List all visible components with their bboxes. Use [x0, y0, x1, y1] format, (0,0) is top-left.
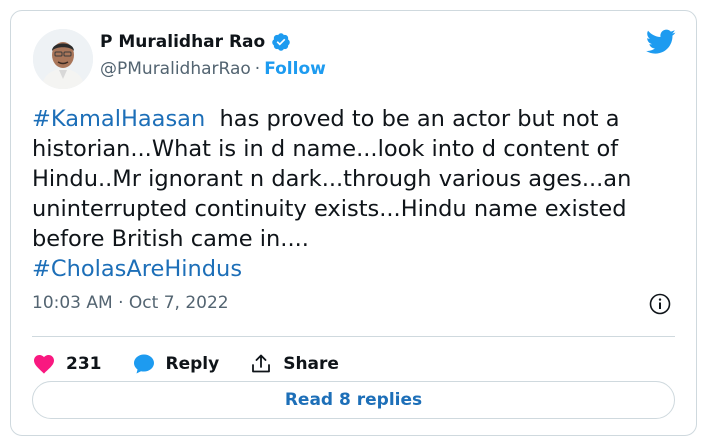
reply-bubble-icon [133, 354, 154, 374]
hashtag-link[interactable]: #KamalHaasan [32, 106, 205, 132]
heart-icon [34, 355, 54, 374]
tweet-line: historian...What is in d name...look int… [32, 136, 619, 162]
separator-dot: · [254, 59, 261, 79]
reply-label: Reply [165, 354, 220, 374]
follow-button[interactable]: Follow [264, 59, 326, 79]
like-count: 231 [66, 354, 102, 374]
tweet-line: #KamalHaasan has proved to be an actor b… [32, 104, 682, 134]
avatar[interactable] [33, 29, 93, 89]
tweet-text: #KamalHaasan has proved to be an actor b… [32, 104, 682, 284]
tweet-timestamp[interactable]: 10:03 AM · Oct 7, 2022 [32, 293, 229, 313]
info-icon[interactable] [648, 292, 672, 316]
tweet-line-text: has proved to be an actor but not a [205, 106, 620, 132]
share-label: Share [283, 354, 339, 374]
author-handle-row: @PMuralidharRao · Follow [100, 59, 326, 79]
tweet-line: uninterrupted continuity exists...Hindu … [32, 196, 627, 222]
read-replies-button[interactable]: Read 8 replies [32, 381, 675, 419]
reply-button[interactable]: Reply [132, 352, 220, 376]
share-button[interactable]: Share [249, 352, 339, 376]
like-button[interactable]: 231 [32, 352, 102, 376]
share-icon [252, 354, 271, 373]
tweet-card: P Muralidhar Rao @PMuralidharRao · Follow … [10, 10, 697, 436]
author-name[interactable]: P Muralidhar Rao [100, 32, 265, 52]
author-name-row[interactable]: P Muralidhar Rao [100, 32, 291, 52]
tweet-line: #CholasAreHindus [32, 254, 682, 284]
tweet-line: Hindu..Mr ignorant n dark...through vari… [32, 166, 632, 192]
avatar-portrait [33, 29, 93, 89]
verified-badge-icon [272, 33, 290, 51]
tweet-actions: 231 Reply Share [32, 343, 369, 385]
twitter-bird-icon[interactable] [646, 29, 676, 55]
author-handle[interactable]: @PMuralidharRao [100, 59, 251, 79]
hashtag-link[interactable]: #CholasAreHindus [32, 256, 242, 282]
divider [32, 336, 675, 337]
read-replies-label: Read 8 replies [284, 390, 423, 410]
tweet-line: before British came in.... [32, 226, 309, 252]
